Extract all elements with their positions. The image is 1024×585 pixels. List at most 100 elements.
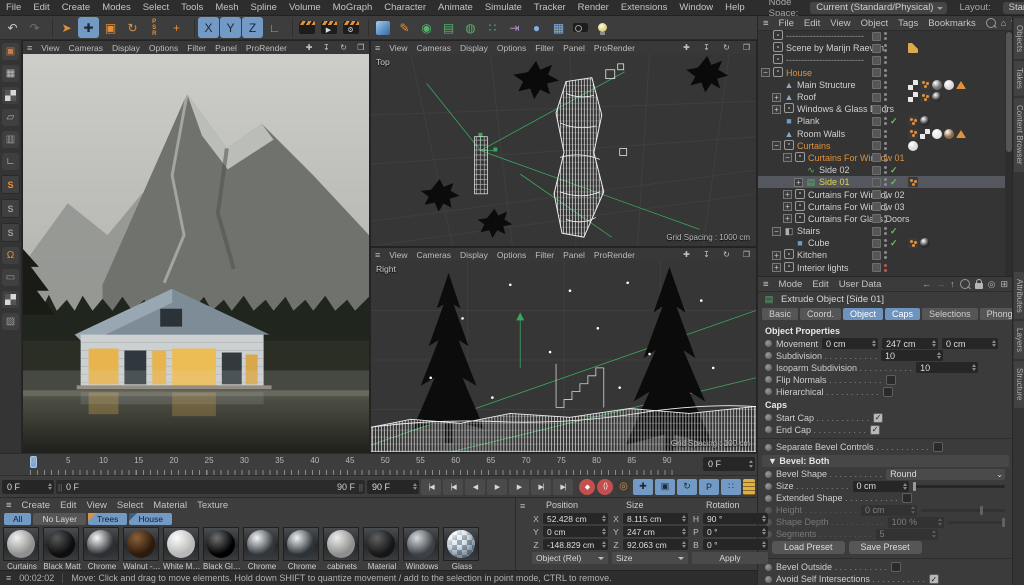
value-field[interactable]: 0 cm [853,481,909,492]
mat-menu-view[interactable]: View [86,500,106,511]
menu-file[interactable]: File [6,2,21,13]
object-row-scene-by-marijn-raeven[interactable]: Scene by Marijn Raeven [758,42,1005,54]
anim-dot-icon[interactable] [765,340,772,347]
visibility-dots[interactable] [884,142,887,150]
modes-extra-icon[interactable]: ▨ [2,313,19,330]
object-row-curtains-for-window-01[interactable]: −Curtains For Window 01 [758,152,1005,164]
tab-coord[interactable]: Coord. [800,308,841,320]
object-toggles[interactable]: ✓ [872,165,898,176]
layer-box[interactable] [872,251,881,260]
visibility-dots[interactable] [884,56,887,64]
slider-handle[interactable] [1002,518,1005,527]
add-tool-icon[interactable]: + [166,17,187,38]
object-row-item[interactable]: -------------------------- [758,54,1005,66]
next-frame-button[interactable]: ▶ [509,479,529,495]
viewport-menu-icon[interactable]: ≡ [375,43,380,53]
mograph-clones-icon[interactable]: ∷ [482,17,503,38]
object-row-item[interactable]: -------------------------- [758,30,1005,42]
mat-menu-material[interactable]: Material [153,500,187,511]
home-icon[interactable]: ⌂ [1001,18,1006,28]
visibility-dots[interactable] [884,251,887,259]
layer-tab-all[interactable]: All [4,513,31,525]
workplane-mode-icon[interactable]: ▱ [2,109,19,126]
menu-animate[interactable]: Animate [438,2,473,13]
checkbox[interactable] [933,442,943,452]
viewport-menu-display[interactable]: Display [112,43,140,53]
viewport-menu-filter[interactable]: Filter [535,43,554,53]
mat-menu-edit[interactable]: Edit [60,500,76,511]
material-thumbnail[interactable] [43,527,79,561]
layer-tab-trees[interactable]: Trees [88,513,127,525]
dolly-view-icon[interactable]: ↧ [701,250,712,259]
search-icon[interactable] [960,279,970,289]
triangle-tag-icon[interactable] [956,81,966,89]
side-tab-content-browser[interactable]: Content Browser [1014,98,1024,172]
render-view-icon[interactable] [296,17,317,38]
layer-box[interactable] [872,190,881,199]
slider-track[interactable] [913,485,1005,488]
viewport-menu-prorender[interactable]: ProRender [594,250,635,260]
coord-value-field[interactable]: 0 cm [543,526,608,537]
visibility-dots[interactable] [884,227,887,235]
layer-box[interactable] [872,32,881,41]
stepper-icon[interactable] [903,483,907,491]
material-tag-icon[interactable] [944,129,954,139]
viewport-menu-display[interactable]: Display [460,250,488,260]
material-thumbnail[interactable] [123,527,159,561]
key-parameter-button[interactable]: P [699,479,719,495]
material-thumbnail[interactable] [203,527,239,561]
visibility-dots[interactable] [884,117,887,125]
viewport-perspective-canvas[interactable] [23,54,369,452]
side-tab-structure[interactable]: Structure [1014,361,1024,407]
side-tab-objects[interactable]: Objects [1014,18,1024,59]
visibility-dots[interactable] [884,264,887,272]
material-black-matt[interactable]: Black Matt [43,527,81,572]
object-row-kitchen[interactable]: +Kitchen [758,249,1005,261]
viewport-menu-prorender[interactable]: ProRender [594,43,635,53]
object-toggles[interactable] [872,141,887,150]
material-windows[interactable]: Windows [403,527,441,572]
coordinate-manager-menu-icon[interactable]: ≡ [520,501,525,511]
am-menu-edit[interactable]: Edit [812,279,828,290]
anim-dot-icon[interactable] [765,483,772,490]
material-walnut-12[interactable]: Walnut - 12 [123,527,161,572]
material-thumbnail[interactable] [443,527,479,561]
anim-dot-icon[interactable] [765,576,772,583]
viewport-menu-panel[interactable]: Panel [563,250,585,260]
anim-dot-icon[interactable] [765,564,772,571]
phong-tag-icon[interactable] [908,116,918,126]
object-row-stairs[interactable]: −◧Stairs✓ [758,225,1005,237]
viewport-right[interactable]: ≡ViewCamerasDisplayOptionsFilterPanelPro… [370,247,757,453]
visibility-dots[interactable] [884,44,887,52]
previous-key-button[interactable]: |◀ [443,479,463,495]
previous-frame-button[interactable]: ◀ [465,479,485,495]
viewport-top[interactable]: ≡ViewCamerasDisplayOptionsFilterPanelPro… [370,40,757,247]
stepper-icon[interactable] [762,528,766,536]
material-chrome[interactable]: Chrome [243,527,281,572]
floor-sky-icon[interactable]: ▦ [548,17,569,38]
layer-box[interactable] [872,44,881,53]
object-toggles[interactable] [872,263,887,272]
move-icon[interactable]: ✚ [78,17,99,38]
object-toggles[interactable]: ✓ [872,238,898,249]
layer-box[interactable] [872,153,881,162]
value-field[interactable]: 100 % [888,517,944,528]
object-toggles[interactable]: ✓ [872,177,898,188]
texture-mode-icon[interactable] [2,87,19,104]
material-tag-icon[interactable] [932,92,942,102]
note-tag-icon[interactable] [908,43,918,53]
stepper-icon[interactable] [911,506,915,514]
layer-box[interactable] [872,239,881,248]
anim-dot-icon[interactable] [765,388,772,395]
value-field[interactable]: 247 cm [882,338,938,349]
menu-select[interactable]: Select [143,2,169,13]
object-manager-menu-icon[interactable]: ≡ [763,18,769,29]
enabled-check-icon[interactable]: ✓ [890,116,898,127]
coord-value-field[interactable]: 92.063 cm [623,539,688,550]
material-tag-icon[interactable] [908,141,918,151]
coordinate-system-icon[interactable]: ∟ [264,17,285,38]
anim-dot-icon[interactable] [765,352,772,359]
viewport-menu-panel[interactable]: Panel [215,43,237,53]
fields-icon[interactable]: ● [526,17,547,38]
stepper-icon[interactable] [972,364,976,372]
